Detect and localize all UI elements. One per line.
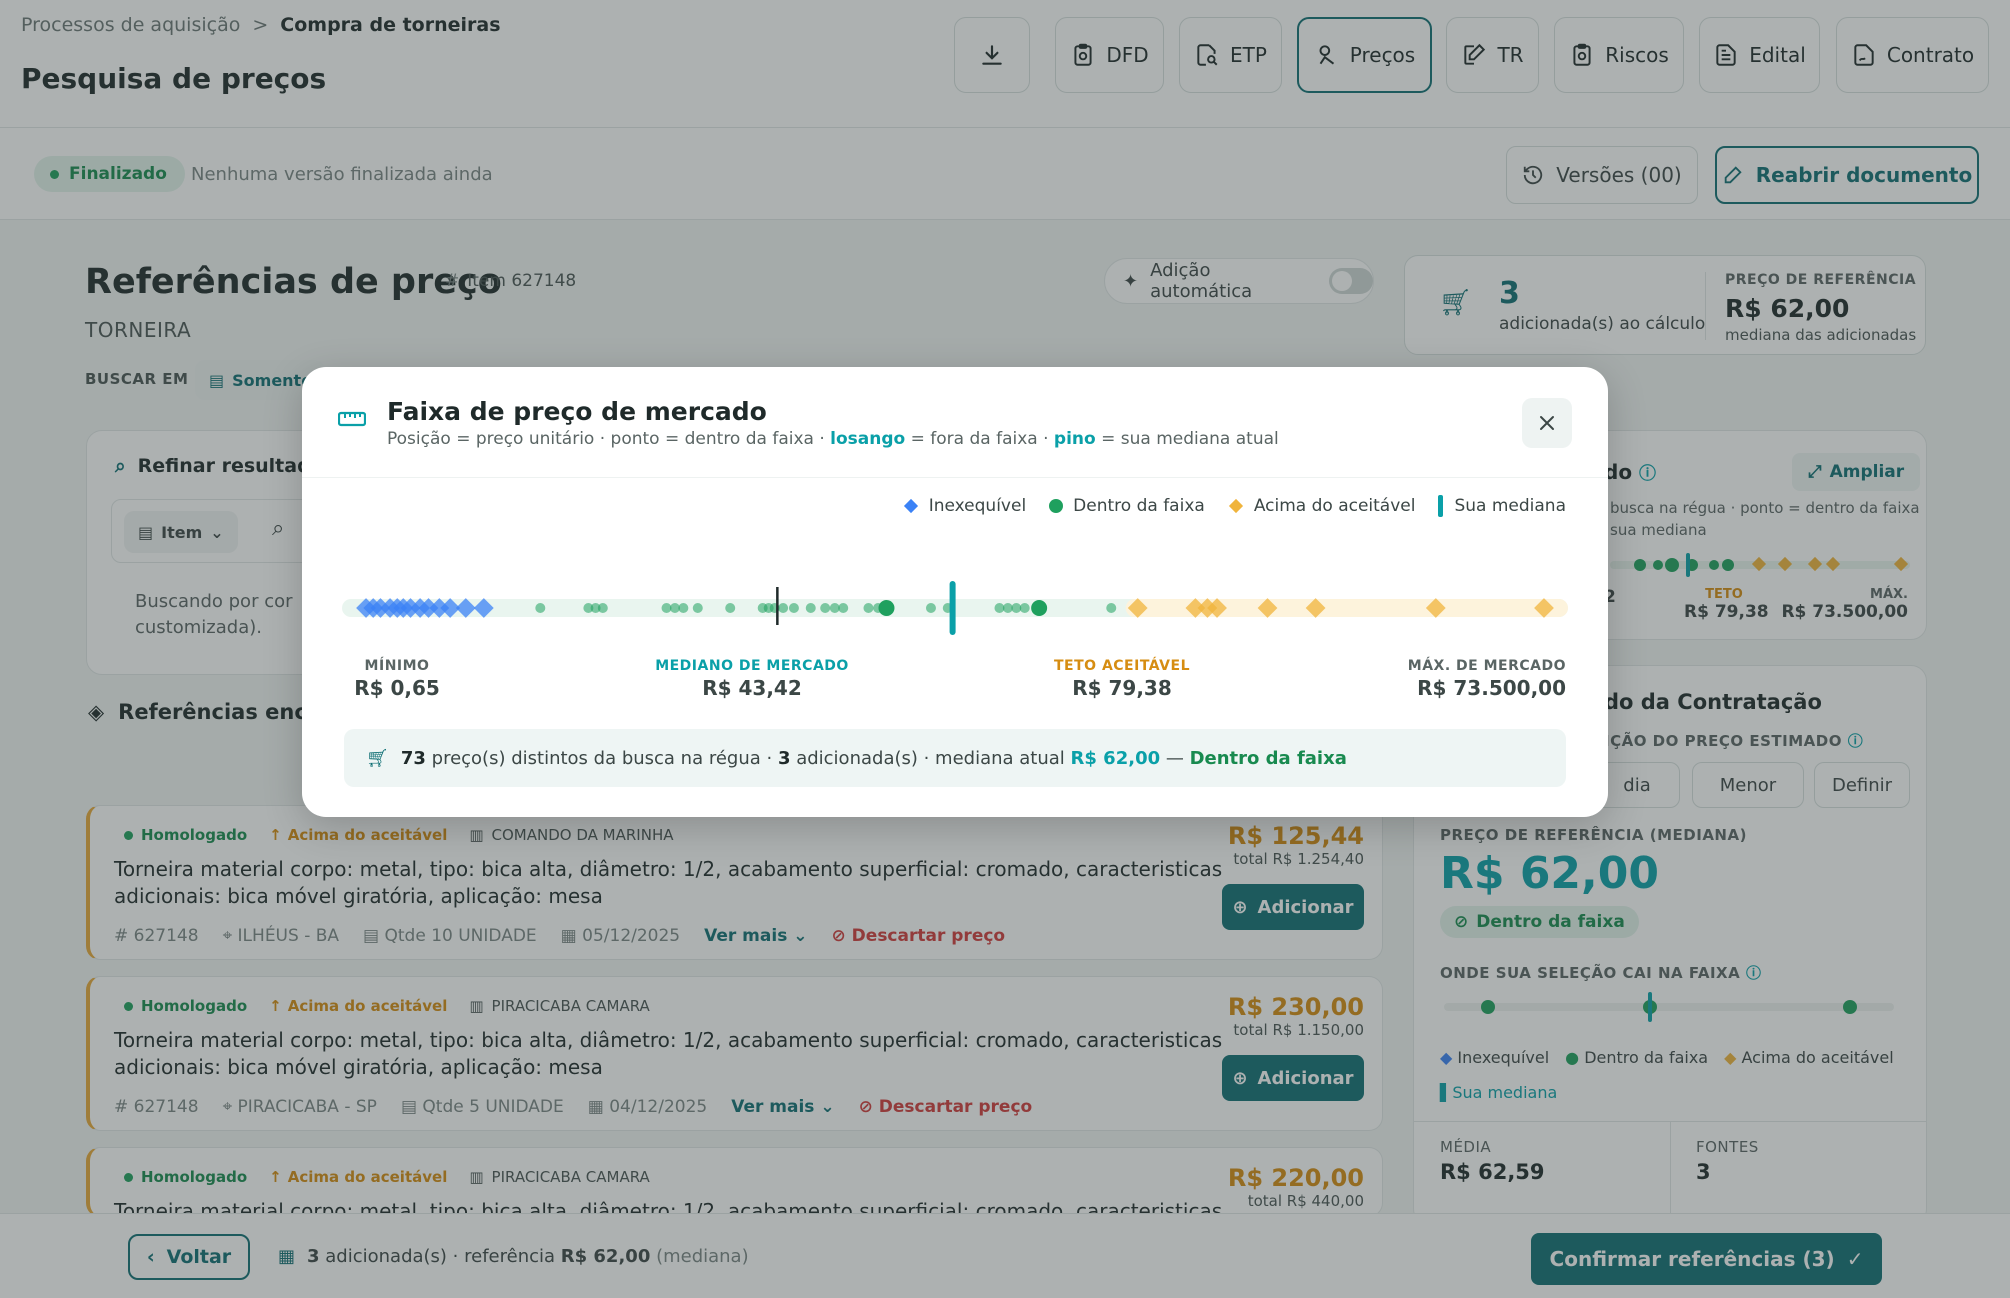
ruler-info-bar: 🛒︎ 73 preço(s) distintos da busca na rég… (344, 729, 1566, 787)
max-value: R$ 73.500,00 (1417, 676, 1566, 700)
price-ruler-chart (342, 581, 1568, 635)
market-range-modal: Faixa de preço de mercado Posição = preç… (302, 367, 1608, 817)
market-median-tick (776, 587, 779, 625)
dot-icon (1049, 499, 1064, 513)
ruler-point[interactable] (778, 603, 789, 613)
modal-title: Faixa de preço de mercado (387, 397, 767, 426)
legend-mediana: Sua mediana (1437, 495, 1566, 517)
ceiling-value: R$ 79,38 (1072, 676, 1172, 700)
close-button[interactable] (1522, 398, 1572, 448)
current-median-pin (949, 581, 956, 635)
legend-acima: Acima do aceitável (1227, 496, 1415, 516)
ruler-icon (338, 411, 366, 427)
min-label: MÍNIMO (364, 658, 430, 674)
ruler-point[interactable] (678, 603, 689, 613)
legend-inexequivel: Inexequível (902, 496, 1026, 516)
ruler-point[interactable] (535, 603, 546, 613)
diamond-icon (1228, 498, 1243, 514)
ruler-point-selected[interactable] (1031, 600, 1048, 616)
ruler-point[interactable] (925, 603, 936, 613)
market-median-label: MEDIANO DE MERCADO (655, 658, 849, 674)
chart-legend: Inexequível Dentro da faixa Acima do ace… (902, 495, 1566, 517)
legend-dentro: Dentro da faixa (1048, 496, 1205, 516)
close-icon (1540, 416, 1554, 430)
ruler-point[interactable] (692, 603, 703, 613)
ruler-point[interactable] (805, 603, 816, 613)
ruler-point[interactable] (788, 603, 799, 613)
min-value: R$ 0,65 (354, 676, 440, 700)
pin-icon (1438, 495, 1444, 517)
diamond-icon (903, 498, 918, 514)
ruler-point[interactable] (1106, 603, 1117, 613)
modal-subtitle: Posição = preço unitário · ponto = dentr… (387, 429, 1279, 449)
cart-icon: 🛒︎ (366, 747, 389, 769)
max-label: MÁX. DE MERCADO (1407, 658, 1566, 674)
ruler-point[interactable] (838, 603, 849, 613)
ruler-point[interactable] (725, 603, 736, 613)
ceiling-label: TETO ACEITÁVEL (1054, 658, 1190, 674)
ruler-point[interactable] (820, 603, 831, 613)
ruler-point[interactable] (1019, 603, 1030, 613)
ruler-point-selected[interactable] (878, 600, 895, 616)
market-median-value: R$ 43,42 (702, 676, 802, 700)
ruler-point[interactable] (863, 603, 874, 613)
ruler-point[interactable] (597, 603, 608, 613)
